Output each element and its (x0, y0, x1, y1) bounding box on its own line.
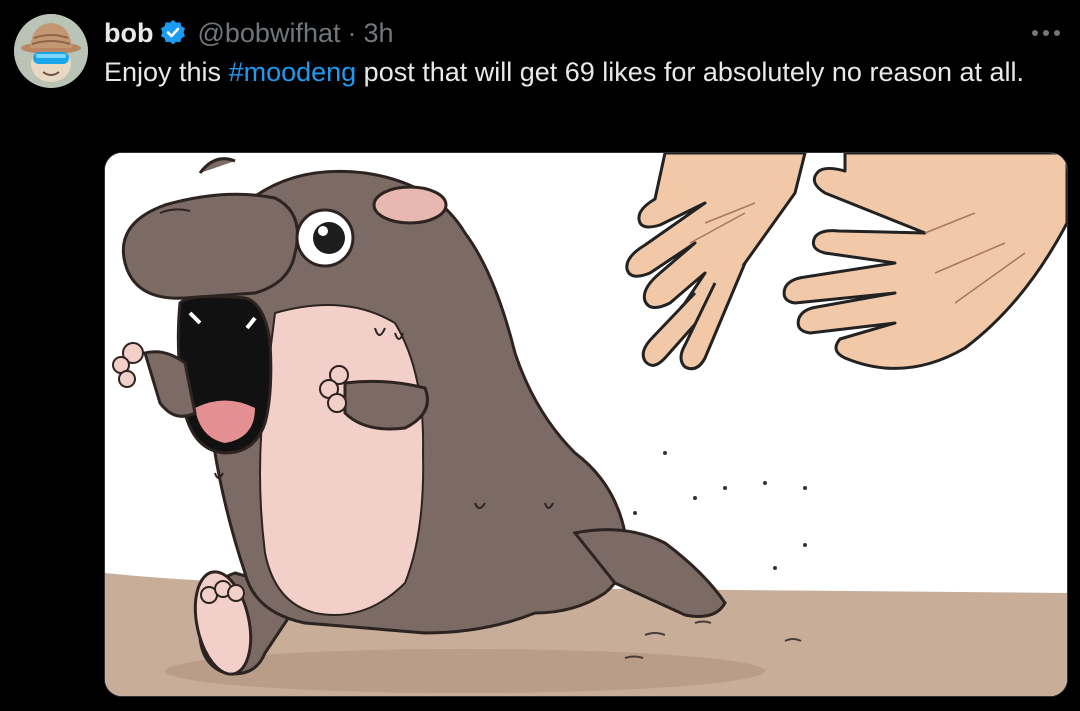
author-handle[interactable]: @bobwifhat (197, 18, 340, 49)
tweet-media-image[interactable] (104, 152, 1068, 697)
more-dots-icon[interactable] (1028, 18, 1064, 48)
timestamp[interactable]: 3h (363, 18, 393, 49)
verified-badge-icon[interactable] (159, 19, 187, 47)
display-name[interactable]: bob (104, 18, 153, 49)
hashtag-link[interactable]: #moodeng (229, 57, 357, 87)
avatar[interactable] (14, 14, 88, 88)
hippo-running-illustration (105, 153, 1067, 696)
tweet[interactable]: bob @bobwifhat · 3h Enjoy this #moodeng … (0, 0, 1080, 711)
avatar-hat-goggles-icon (14, 14, 88, 88)
tweet-header: bob @bobwifhat · 3h (104, 14, 394, 52)
tweet-text: Enjoy this #moodeng post that will get 6… (104, 54, 1064, 91)
tweet-text-after: post that will get 69 likes for absolute… (356, 57, 1025, 87)
separator-dot: · (347, 17, 357, 48)
tweet-text-before: Enjoy this (104, 57, 229, 87)
